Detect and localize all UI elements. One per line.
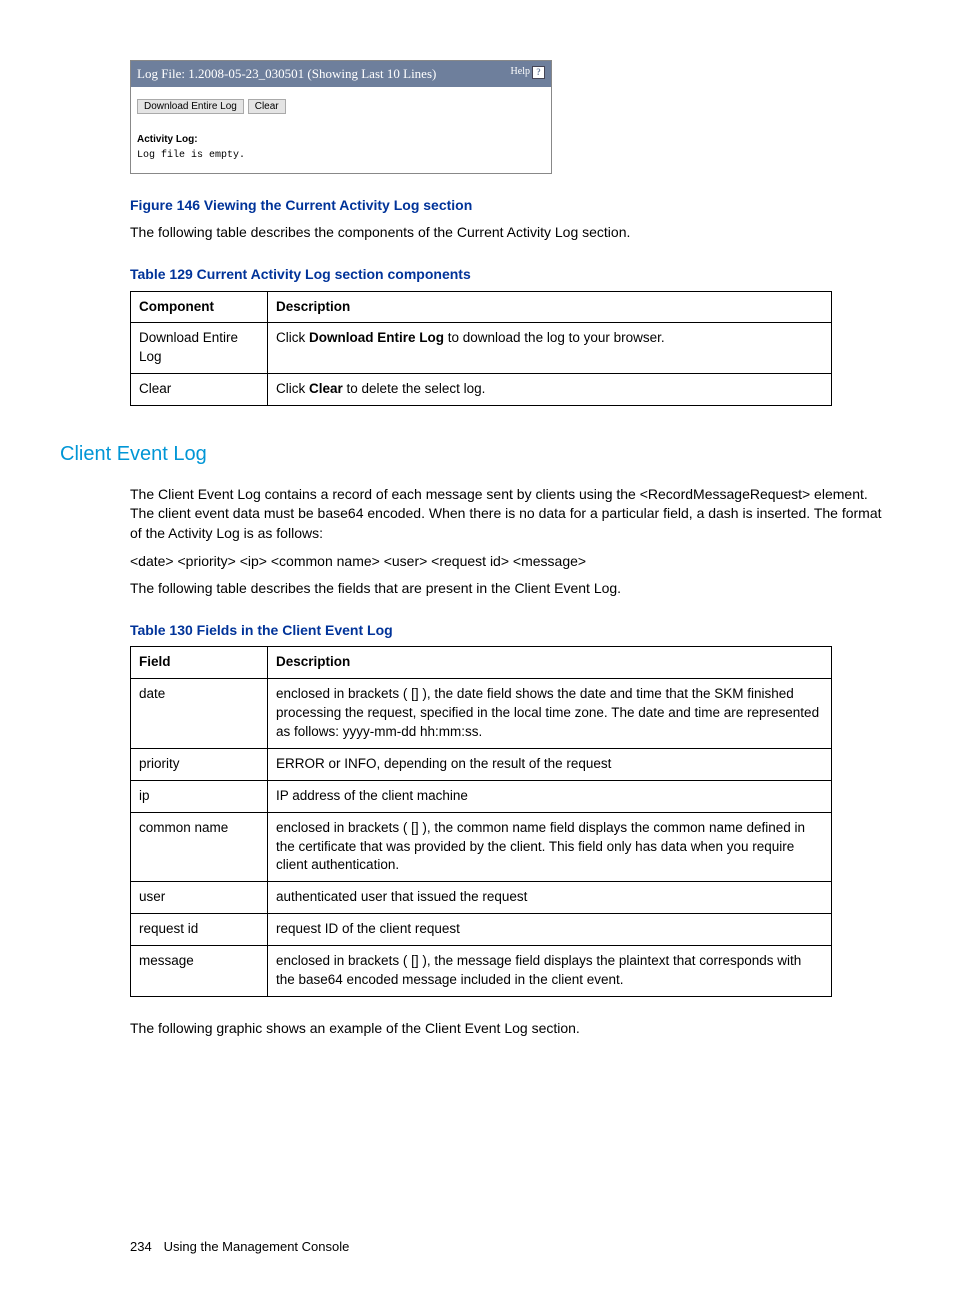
- activity-log-label: Activity Log:: [137, 133, 545, 147]
- text: Click: [276, 330, 309, 345]
- table-row: Download Entire Log Click Download Entir…: [131, 323, 832, 374]
- cell: priority: [131, 748, 268, 780]
- table-row: messageenclosed in brackets ( [] ), the …: [131, 946, 832, 997]
- col-component: Component: [131, 291, 268, 323]
- footer-title: Using the Management Console: [164, 1239, 350, 1254]
- clear-button[interactable]: Clear: [248, 99, 286, 114]
- paragraph: The following table describes the fields…: [130, 579, 894, 599]
- cell: enclosed in brackets ( [] ), the common …: [268, 812, 832, 882]
- bold-text: Download Entire Log: [309, 330, 444, 345]
- cell: ip: [131, 780, 268, 812]
- section-heading: Client Event Log: [60, 440, 894, 468]
- table-row: ipIP address of the client machine: [131, 780, 832, 812]
- cell: authenticated user that issued the reque…: [268, 882, 832, 914]
- cell: Clear: [131, 374, 268, 406]
- table-row: dateenclosed in brackets ( [] ), the dat…: [131, 679, 832, 749]
- cell: request ID of the client request: [268, 914, 832, 946]
- format-line: <date> <priority> <ip> <common name> <us…: [130, 552, 894, 572]
- table-row: request idrequest ID of the client reque…: [131, 914, 832, 946]
- help-label: Help: [511, 65, 530, 79]
- paragraph: The following table describes the compon…: [130, 223, 894, 243]
- col-description: Description: [268, 647, 832, 679]
- cell: common name: [131, 812, 268, 882]
- table-caption: Table 130 Fields in the Client Event Log: [130, 621, 894, 641]
- cell: date: [131, 679, 268, 749]
- col-field: Field: [131, 647, 268, 679]
- cell: enclosed in brackets ( [] ), the date fi…: [268, 679, 832, 749]
- cell: Click Download Entire Log to download th…: [268, 323, 832, 374]
- log-panel-body: Download Entire Log Clear Activity Log: …: [131, 87, 551, 173]
- text: to download the log to your browser.: [444, 330, 665, 345]
- table-header-row: Field Description: [131, 647, 832, 679]
- log-panel-header: Log File: 1.2008-05-23_030501 (Showing L…: [131, 61, 551, 87]
- table-row: priorityERROR or INFO, depending on the …: [131, 748, 832, 780]
- cell: request id: [131, 914, 268, 946]
- activity-log-content: Log file is empty.: [137, 149, 545, 163]
- cell: ERROR or INFO, depending on the result o…: [268, 748, 832, 780]
- cell: IP address of the client machine: [268, 780, 832, 812]
- cell: Download Entire Log: [131, 323, 268, 374]
- bold-text: Clear: [309, 381, 343, 396]
- cell: Click Clear to delete the select log.: [268, 374, 832, 406]
- table-row: userauthenticated user that issued the r…: [131, 882, 832, 914]
- cell: message: [131, 946, 268, 997]
- paragraph: The Client Event Log contains a record o…: [130, 485, 894, 544]
- table-row: common nameenclosed in brackets ( [] ), …: [131, 812, 832, 882]
- cell: enclosed in brackets ( [] ), the message…: [268, 946, 832, 997]
- page-number: 234: [130, 1238, 160, 1256]
- paragraph: The following graphic shows an example o…: [130, 1019, 894, 1039]
- page-footer: 234 Using the Management Console: [130, 1238, 894, 1256]
- download-entire-log-button[interactable]: Download Entire Log: [137, 99, 244, 114]
- log-file-title: Log File: 1.2008-05-23_030501 (Showing L…: [137, 65, 436, 83]
- activity-log-screenshot: Log File: 1.2008-05-23_030501 (Showing L…: [130, 60, 552, 174]
- table-caption: Table 129 Current Activity Log section c…: [130, 265, 894, 285]
- table-130: Field Description dateenclosed in bracke…: [130, 646, 832, 997]
- help-link[interactable]: Help ?: [511, 65, 545, 79]
- col-description: Description: [268, 291, 832, 323]
- figure-caption: Figure 146 Viewing the Current Activity …: [130, 196, 894, 216]
- text: to delete the select log.: [343, 381, 486, 396]
- table-header-row: Component Description: [131, 291, 832, 323]
- cell: user: [131, 882, 268, 914]
- table-129: Component Description Download Entire Lo…: [130, 291, 832, 407]
- table-row: Clear Click Clear to delete the select l…: [131, 374, 832, 406]
- text: Click: [276, 381, 309, 396]
- help-icon: ?: [532, 66, 545, 79]
